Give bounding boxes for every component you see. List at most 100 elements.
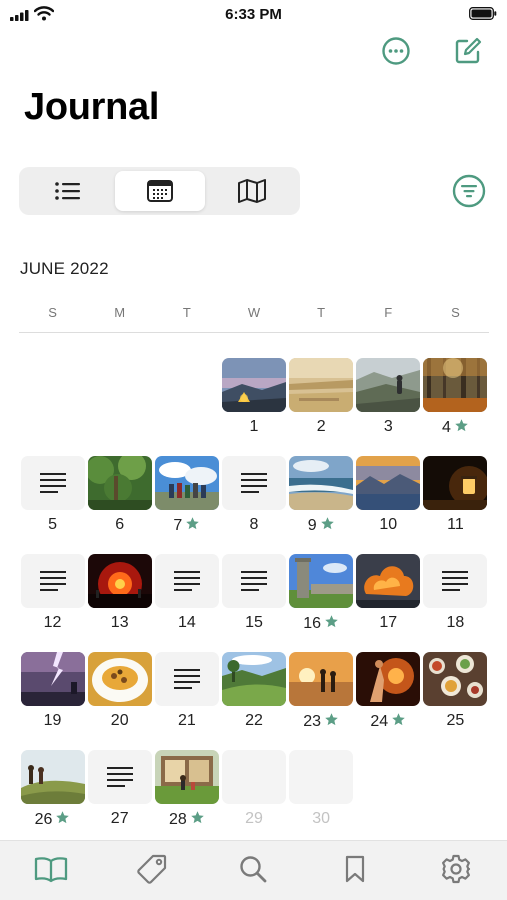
- text-entry-icon: [241, 571, 267, 591]
- day-number: 18: [423, 614, 487, 632]
- search-icon: [240, 855, 267, 882]
- day-number-text: 11: [447, 516, 464, 533]
- gear-icon: [442, 854, 471, 883]
- text-entry-icon: [106, 767, 133, 787]
- favorite-star-icon: [190, 811, 204, 824]
- page-title: Journal: [24, 86, 160, 128]
- map-view-tab[interactable]: [207, 171, 297, 211]
- photo-thumbnail: [87, 456, 152, 510]
- calendar-day[interactable]: 8: [222, 456, 286, 548]
- new-entry-button[interactable]: [453, 36, 483, 66]
- book-icon: [34, 856, 67, 882]
- tab-search[interactable]: [233, 849, 273, 889]
- calendar-day[interactable]: 17: [356, 554, 421, 646]
- calendar-day[interactable]: 21: [154, 652, 219, 744]
- text-entry-icon: [241, 473, 267, 493]
- day-number: 24: [356, 712, 420, 731]
- header-actions: [381, 36, 483, 66]
- day-number: 13: [88, 614, 152, 632]
- day-number-text: 29: [245, 810, 263, 827]
- day-number: 7: [155, 516, 219, 535]
- calendar-day[interactable]: 30: [289, 750, 354, 842]
- day-number-text: 21: [177, 712, 196, 729]
- more-options-button[interactable]: [381, 36, 411, 66]
- day-number: 1: [222, 418, 286, 436]
- calendar-day[interactable]: 18: [423, 554, 488, 646]
- calendar-day[interactable]: 29: [222, 750, 286, 842]
- calendar-day[interactable]: 16: [289, 554, 354, 646]
- photo-thumbnail: [356, 652, 421, 706]
- photo-thumbnail: [356, 554, 421, 608]
- calendar-day[interactable]: 5: [20, 456, 85, 548]
- calendar-view-tab[interactable]: [115, 171, 205, 211]
- tab-settings[interactable]: [436, 849, 476, 889]
- day-number: 27: [88, 810, 152, 828]
- day-number: 3: [356, 418, 420, 436]
- day-number: 8: [222, 516, 286, 534]
- text-entry-thumbnail: [87, 750, 152, 804]
- photo-thumbnail: [222, 358, 286, 412]
- calendar-day[interactable]: 23: [289, 652, 354, 744]
- day-number: 2: [289, 418, 353, 436]
- calendar-day[interactable]: 27: [87, 750, 152, 842]
- list-icon: [55, 182, 80, 200]
- day-number-text: 26: [34, 811, 53, 828]
- day-number: 11: [423, 516, 487, 534]
- day-number: 19: [21, 712, 85, 730]
- photo-thumbnail: [289, 456, 354, 510]
- weekday-header: S M T W T F S: [19, 305, 489, 320]
- day-number-text: 10: [379, 516, 398, 533]
- weekday-label: F: [384, 305, 393, 320]
- calendar-day[interactable]: 1: [222, 358, 286, 450]
- calendar-day[interactable]: 4: [423, 358, 488, 450]
- text-entry-thumbnail: [20, 456, 85, 510]
- calendar-day[interactable]: 19: [20, 652, 85, 744]
- calendar-day[interactable]: 3: [356, 358, 421, 450]
- day-number-text: 4: [441, 419, 451, 436]
- tab-bookmarks[interactable]: [335, 849, 375, 889]
- calendar-day[interactable]: 28: [154, 750, 219, 842]
- calendar-day[interactable]: 20: [87, 652, 152, 744]
- photo-thumbnail: [356, 358, 421, 412]
- day-number: 6: [88, 516, 152, 534]
- photo-thumbnail: [20, 652, 85, 706]
- calendar-day[interactable]: 25: [423, 652, 488, 744]
- photo-thumbnail: [289, 358, 354, 412]
- favorite-star-icon: [325, 713, 338, 726]
- calendar-day[interactable]: 14: [154, 554, 219, 646]
- day-number-text: 12: [43, 614, 62, 631]
- day-number-text: 14: [177, 614, 196, 631]
- text-entry-thumbnail: [423, 554, 488, 608]
- empty-day-placeholder: [222, 750, 286, 804]
- calendar-day[interactable]: 7: [154, 456, 219, 548]
- calendar-day[interactable]: 2: [289, 358, 354, 450]
- day-number-text: 17: [379, 614, 398, 631]
- calendar-day[interactable]: 26: [20, 750, 85, 842]
- photo-thumbnail: [20, 750, 85, 804]
- calendar-day[interactable]: 24: [356, 652, 421, 744]
- calendar-day[interactable]: 6: [87, 456, 152, 548]
- day-number-text: 27: [110, 810, 129, 827]
- list-view-tab[interactable]: [23, 171, 113, 211]
- day-number: 15: [222, 614, 286, 632]
- tab-bar: [0, 840, 507, 900]
- photo-thumbnail: [222, 652, 286, 706]
- day-number: 30: [289, 810, 353, 828]
- calendar-day[interactable]: 10: [356, 456, 421, 548]
- day-number-text: 22: [245, 712, 263, 729]
- status-time: 6:33 PM: [225, 6, 282, 23]
- day-number: 21: [155, 712, 219, 730]
- calendar-day[interactable]: 12: [20, 554, 85, 646]
- tab-tags[interactable]: [132, 849, 172, 889]
- filter-button[interactable]: [452, 174, 486, 208]
- day-number: 26: [21, 810, 85, 829]
- calendar-day[interactable]: 11: [423, 456, 488, 548]
- calendar-day[interactable]: 15: [222, 554, 286, 646]
- day-number: 10: [356, 516, 420, 534]
- calendar-day[interactable]: 9: [289, 456, 354, 548]
- day-number-text: 1: [249, 418, 259, 435]
- day-number-text: 9: [307, 517, 317, 534]
- tab-journal[interactable]: [31, 849, 71, 889]
- calendar-day[interactable]: 13: [87, 554, 152, 646]
- calendar-day[interactable]: 22: [222, 652, 286, 744]
